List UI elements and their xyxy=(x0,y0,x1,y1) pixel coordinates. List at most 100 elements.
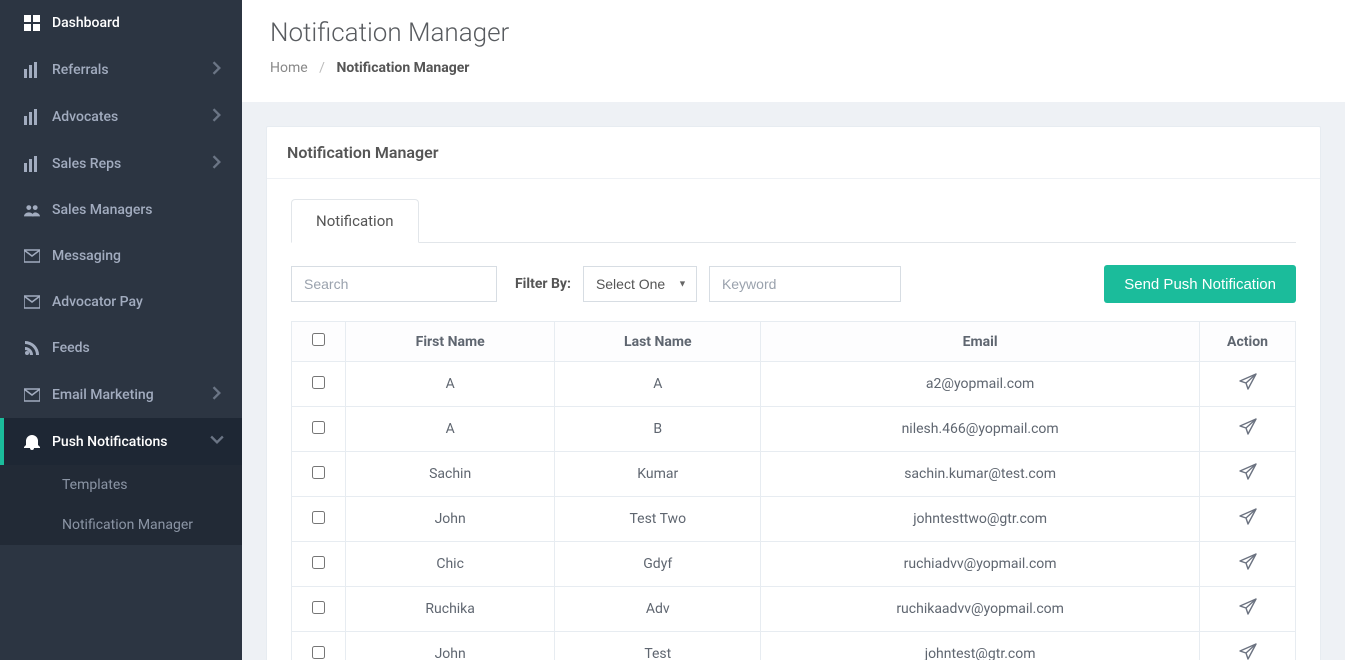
cell-lastname: Test Two xyxy=(555,497,761,542)
cell-lastname: A xyxy=(555,362,761,407)
send-push-button[interactable]: Send Push Notification xyxy=(1104,265,1296,303)
cell-firstname: John xyxy=(346,632,555,660)
page-title: Notification Manager xyxy=(270,18,1317,48)
filter-row: Filter By: Select One Send Push Notifica… xyxy=(291,243,1296,321)
sidebar-item-referrals[interactable]: Referrals xyxy=(0,46,242,93)
cell-firstname: John xyxy=(346,497,555,542)
send-row-icon[interactable] xyxy=(1239,553,1257,571)
main-content: Notification Manager Home / Notification… xyxy=(242,0,1345,660)
sidebar-item-label: Push Notifications xyxy=(52,434,210,450)
sidebar-item-messaging[interactable]: Messaging xyxy=(0,233,242,279)
chevron-right-icon xyxy=(210,108,224,125)
cell-lastname: Kumar xyxy=(555,452,761,497)
table-row: RuchikaAdvruchikaadvv@yopmail.com xyxy=(292,587,1296,632)
sidebar-item-label: Advocator Pay xyxy=(52,294,224,310)
cell-email: nilesh.466@yopmail.com xyxy=(761,407,1200,452)
row-checkbox[interactable] xyxy=(312,511,325,524)
sidebar-item-label: Advocates xyxy=(52,109,210,125)
cell-firstname: Sachin xyxy=(346,452,555,497)
sidebar-subitem-notification-manager[interactable]: Notification Manager xyxy=(0,505,242,545)
col-email-header: Email xyxy=(761,322,1200,362)
send-row-icon[interactable] xyxy=(1239,373,1257,391)
row-checkbox[interactable] xyxy=(312,601,325,614)
sidebar-item-sales-managers[interactable]: Sales Managers xyxy=(0,187,242,233)
sidebar-item-label: Sales Reps xyxy=(52,156,210,172)
cell-email: johntesttwo@gtr.com xyxy=(761,497,1200,542)
sidebar-item-email-marketing[interactable]: Email Marketing xyxy=(0,371,242,418)
grid-icon xyxy=(24,15,52,31)
envelope-icon xyxy=(24,294,52,310)
cell-email: a2@yopmail.com xyxy=(761,362,1200,407)
chevron-right-icon xyxy=(210,386,224,403)
table-row: ABnilesh.466@yopmail.com xyxy=(292,407,1296,452)
col-lastname-header: Last Name xyxy=(555,322,761,362)
row-checkbox[interactable] xyxy=(312,376,325,389)
sidebar-item-label: Dashboard xyxy=(52,15,224,31)
send-row-icon[interactable] xyxy=(1239,463,1257,481)
table-row: SachinKumarsachin.kumar@test.com xyxy=(292,452,1296,497)
cell-firstname: Chic xyxy=(346,542,555,587)
sidebar-item-label: Feeds xyxy=(52,340,224,356)
table-row: AAa2@yopmail.com xyxy=(292,362,1296,407)
send-row-icon[interactable] xyxy=(1239,643,1257,660)
search-input[interactable] xyxy=(291,266,497,302)
cell-lastname: B xyxy=(555,407,761,452)
breadcrumb-home[interactable]: Home xyxy=(270,60,308,76)
sidebar-item-label: Email Marketing xyxy=(52,387,210,403)
sidebar-item-advocator-pay[interactable]: Advocator Pay xyxy=(0,279,242,325)
bars-icon xyxy=(24,62,52,78)
chevron-right-icon xyxy=(210,61,224,78)
send-row-icon[interactable] xyxy=(1239,598,1257,616)
users-icon xyxy=(24,202,52,218)
keyword-input[interactable] xyxy=(709,266,901,302)
table-row: ChicGdyfruchiadvv@yopmail.com xyxy=(292,542,1296,587)
bars-icon xyxy=(24,109,52,125)
row-checkbox[interactable] xyxy=(312,466,325,479)
col-action-header: Action xyxy=(1200,322,1296,362)
cell-lastname: Adv xyxy=(555,587,761,632)
row-checkbox[interactable] xyxy=(312,556,325,569)
row-checkbox[interactable] xyxy=(312,421,325,434)
sidebar-item-push-notifications[interactable]: Push Notifications xyxy=(0,418,242,465)
sidebar-item-sales-reps[interactable]: Sales Reps xyxy=(0,140,242,187)
envelope-icon xyxy=(24,387,52,403)
panel: Notification Manager Notification Filter… xyxy=(266,126,1321,660)
tab-bar: Notification xyxy=(291,199,1296,243)
sidebar-item-label: Messaging xyxy=(52,248,224,264)
tab-notification[interactable]: Notification xyxy=(291,199,419,243)
sidebar-item-label: Referrals xyxy=(52,62,210,78)
cell-email: johntest@gtr.com xyxy=(761,632,1200,660)
notification-table: First Name Last Name Email Action AAa2@y… xyxy=(291,321,1296,660)
sidebar-item-label: Sales Managers xyxy=(52,202,224,218)
sidebar-item-advocates[interactable]: Advocates xyxy=(0,93,242,140)
cell-email: ruchikaadvv@yopmail.com xyxy=(761,587,1200,632)
cell-email: sachin.kumar@test.com xyxy=(761,452,1200,497)
filter-select[interactable]: Select One xyxy=(583,266,697,302)
sidebar-item-dashboard[interactable]: Dashboard xyxy=(0,0,242,46)
bell-icon xyxy=(24,434,52,450)
col-check-header xyxy=(292,322,346,362)
table-row: JohnTest Twojohntesttwo@gtr.com xyxy=(292,497,1296,542)
breadcrumb: Home / Notification Manager xyxy=(270,60,1317,94)
breadcrumb-current: Notification Manager xyxy=(336,60,469,76)
chevron-right-icon xyxy=(210,155,224,172)
page-header: Notification Manager Home / Notification… xyxy=(242,0,1345,102)
breadcrumb-separator: / xyxy=(319,60,325,76)
panel-title: Notification Manager xyxy=(267,127,1320,179)
col-firstname-header: First Name xyxy=(346,322,555,362)
send-row-icon[interactable] xyxy=(1239,418,1257,436)
row-checkbox[interactable] xyxy=(312,646,325,659)
sidebar-subitem-templates[interactable]: Templates xyxy=(0,465,242,505)
cell-lastname: Gdyf xyxy=(555,542,761,587)
envelope-icon xyxy=(24,248,52,264)
cell-firstname: A xyxy=(346,362,555,407)
cell-email: ruchiadvv@yopmail.com xyxy=(761,542,1200,587)
send-row-icon[interactable] xyxy=(1239,508,1257,526)
select-all-checkbox[interactable] xyxy=(312,333,325,346)
sidebar-item-feeds[interactable]: Feeds xyxy=(0,325,242,371)
rss-icon xyxy=(24,340,52,356)
cell-lastname: Test xyxy=(555,632,761,660)
cell-firstname: A xyxy=(346,407,555,452)
cell-firstname: Ruchika xyxy=(346,587,555,632)
filter-by-label: Filter By: xyxy=(515,276,571,292)
